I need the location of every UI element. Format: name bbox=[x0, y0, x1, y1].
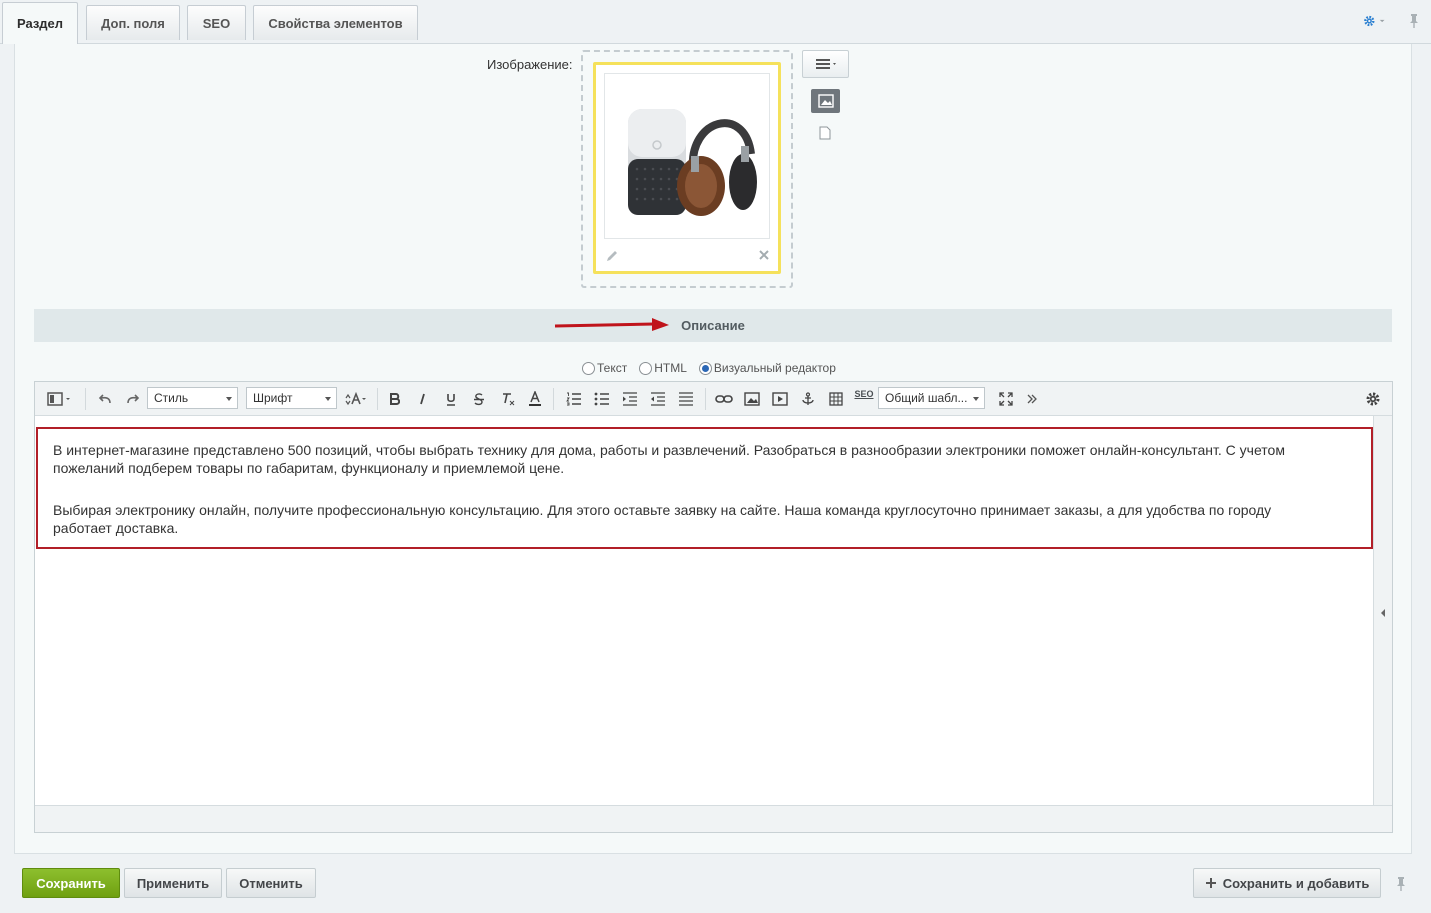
indent-button[interactable] bbox=[619, 389, 641, 409]
more-button[interactable] bbox=[1023, 389, 1041, 409]
section-header: Описание bbox=[34, 309, 1392, 342]
tab-bar: Раздел Доп. поля SEO Свойства элементов bbox=[0, 0, 1431, 44]
fullscreen-button[interactable] bbox=[995, 389, 1017, 409]
section-title: Описание bbox=[681, 318, 745, 333]
menu-icon bbox=[815, 59, 836, 69]
image-type-button[interactable] bbox=[811, 89, 840, 113]
font-size-button[interactable] bbox=[343, 389, 369, 409]
tab-seo[interactable]: SEO bbox=[187, 5, 246, 40]
fullscreen-icon bbox=[999, 392, 1013, 406]
redo-button[interactable] bbox=[123, 389, 143, 409]
clear-format-icon bbox=[503, 393, 515, 406]
chevron-left-icon bbox=[1381, 609, 1385, 617]
table-button[interactable] bbox=[825, 389, 847, 409]
font-select[interactable]: Шрифт bbox=[246, 387, 337, 409]
tab-element-properties[interactable]: Свойства элементов bbox=[253, 5, 418, 40]
pencil-icon[interactable] bbox=[605, 249, 619, 263]
style-select[interactable]: Стиль bbox=[147, 387, 238, 409]
undo-button[interactable] bbox=[95, 389, 115, 409]
product-image bbox=[628, 109, 757, 216]
editor-mode-switch: Текст HTML Визуальный редактор bbox=[582, 359, 848, 377]
pin-icon[interactable] bbox=[1395, 876, 1407, 892]
undo-icon bbox=[98, 394, 111, 404]
align-button[interactable] bbox=[675, 389, 697, 409]
seo-button[interactable]: SEO bbox=[853, 389, 875, 409]
underline-icon bbox=[447, 393, 455, 406]
link-button[interactable] bbox=[713, 389, 735, 409]
editor-status-bar bbox=[35, 805, 1392, 832]
image-menu-button[interactable] bbox=[802, 50, 849, 78]
underline-button[interactable] bbox=[443, 389, 459, 409]
side-panel-toggle[interactable] bbox=[1373, 416, 1392, 805]
unordered-list-button[interactable] bbox=[591, 389, 613, 409]
mode-text[interactable]: Текст bbox=[582, 361, 627, 375]
insert-video-button[interactable] bbox=[769, 389, 791, 409]
clear-format-button[interactable] bbox=[499, 389, 517, 409]
apply-button[interactable]: Применить bbox=[124, 868, 222, 898]
mode-html[interactable]: HTML bbox=[639, 361, 687, 375]
view-mode-button[interactable] bbox=[45, 389, 75, 409]
save-and-add-button[interactable]: Сохранить и добавить bbox=[1193, 868, 1381, 898]
close-icon[interactable] bbox=[757, 248, 771, 262]
chevron-down-icon bbox=[1379, 19, 1385, 23]
pin-icon[interactable] bbox=[1408, 13, 1420, 29]
bold-icon bbox=[390, 393, 400, 405]
anchor-button[interactable] bbox=[797, 389, 819, 409]
tab-razdel[interactable]: Раздел bbox=[2, 2, 78, 44]
image-icon bbox=[817, 94, 834, 108]
mode-visual[interactable]: Визуальный редактор bbox=[698, 361, 836, 375]
ordered-list-button[interactable] bbox=[563, 389, 585, 409]
bold-button[interactable] bbox=[387, 389, 403, 409]
insert-image-button[interactable] bbox=[741, 389, 763, 409]
editor-settings-button[interactable] bbox=[1363, 389, 1383, 409]
arrow-annotation bbox=[554, 318, 669, 331]
indent-icon bbox=[623, 392, 637, 406]
strikethrough-icon bbox=[474, 392, 484, 405]
radio-visual[interactable] bbox=[698, 361, 712, 375]
font-color-icon bbox=[529, 391, 541, 406]
template-select[interactable]: Общий шабл... bbox=[878, 387, 985, 409]
table-icon bbox=[829, 392, 843, 406]
double-chevron-right-icon bbox=[1027, 394, 1037, 404]
visual-editor: Стиль Шрифт SEO Общий шабл... В интернет… bbox=[34, 381, 1393, 833]
editor-toolbar: Стиль Шрифт SEO Общий шабл... bbox=[35, 382, 1392, 416]
plus-icon bbox=[1205, 878, 1216, 888]
save-button[interactable]: Сохранить bbox=[22, 868, 120, 898]
editor-content-area[interactable]: В интернет-магазине представлено 500 поз… bbox=[35, 416, 1373, 805]
ordered-list-icon bbox=[566, 392, 581, 406]
gear-icon bbox=[1364, 15, 1375, 27]
tab-settings-button[interactable] bbox=[1363, 12, 1385, 30]
radio-text[interactable] bbox=[582, 361, 595, 375]
anchor-icon bbox=[802, 392, 814, 405]
image-field-label: Изображение: bbox=[487, 57, 573, 72]
paragraph-2[interactable]: Выбирая электронику онлайн, получите про… bbox=[53, 501, 1323, 537]
image-preview[interactable] bbox=[604, 73, 770, 239]
radio-html[interactable] bbox=[639, 361, 653, 375]
cancel-button[interactable]: Отменить bbox=[226, 868, 316, 898]
italic-icon bbox=[420, 393, 425, 405]
paragraph-1[interactable]: В интернет-магазине представлено 500 поз… bbox=[53, 441, 1323, 477]
font-size-icon bbox=[345, 392, 366, 406]
layout-icon bbox=[47, 392, 70, 406]
link-icon bbox=[715, 395, 733, 403]
align-justify-icon bbox=[679, 392, 693, 406]
outdent-button[interactable] bbox=[647, 389, 669, 409]
video-icon bbox=[772, 392, 788, 406]
tab-extra-fields[interactable]: Доп. поля bbox=[86, 5, 180, 40]
outdent-icon bbox=[651, 392, 665, 406]
gear-icon bbox=[1366, 392, 1380, 406]
strikethrough-button[interactable] bbox=[471, 389, 487, 409]
italic-button[interactable] bbox=[415, 389, 431, 409]
unordered-list-icon bbox=[594, 392, 609, 406]
font-color-button[interactable] bbox=[527, 389, 543, 409]
redo-icon bbox=[127, 394, 140, 404]
image-icon bbox=[744, 392, 760, 406]
file-icon[interactable] bbox=[819, 126, 831, 140]
